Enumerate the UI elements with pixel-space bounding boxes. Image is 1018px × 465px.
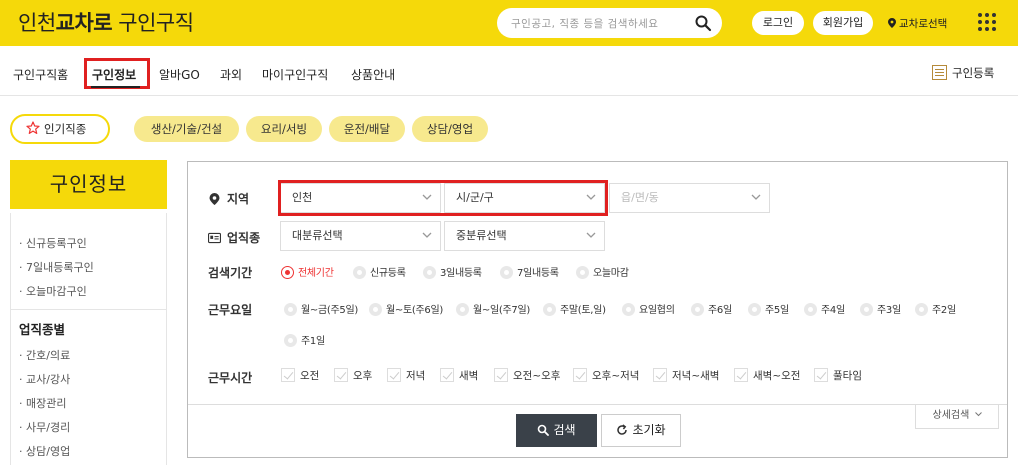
chevron-down-icon: [586, 232, 596, 238]
sidebar-item-today[interactable]: · 오늘마감구인: [19, 283, 87, 299]
location-pin-icon: [209, 193, 220, 205]
main-nav: 구인구직홈 구인정보 알바GO 과외 마이구인구직 상품안내 구인등록: [0, 46, 1018, 96]
worktime-option[interactable]: 오후: [334, 368, 372, 383]
workday-option[interactable]: 주1일: [284, 332, 325, 347]
chip-driving[interactable]: 운전/배달: [329, 116, 405, 142]
detail-search-button[interactable]: 상세검색: [915, 405, 999, 429]
sidebar-category-heading: 업직종별: [19, 322, 66, 337]
site-logo[interactable]: 인천교차로 구인구직: [18, 7, 194, 37]
workday-option[interactable]: 주말(토,일): [543, 301, 606, 316]
worktime-option[interactable]: 오후~저녁: [573, 368, 639, 383]
nav-home[interactable]: 구인구직홈: [13, 66, 68, 83]
workday-option[interactable]: 월~토(주6일): [369, 301, 443, 316]
sidebar: · 신규등록구인 · 7일내등록구인 · 오늘마감구인 업직종별 · 간호/의료…: [10, 213, 167, 465]
header: 인천교차로 구인구직 구인공고, 직종 등을 검색하세요 로그인 회원가입 교차…: [0, 0, 1018, 46]
sidebar-item-sales[interactable]: · 상담/영업: [19, 443, 70, 459]
worktime-option[interactable]: 오전~오후: [494, 368, 560, 383]
nav-alba-go[interactable]: 알바GO: [159, 66, 200, 83]
worktime-label: 근무시간: [208, 371, 253, 385]
menu-grid-icon[interactable]: [978, 13, 996, 31]
logo-suffix: 구인구직: [118, 11, 194, 35]
worktime-option[interactable]: 저녁~새벽: [653, 368, 719, 383]
worktime-option[interactable]: 풀타임: [814, 368, 862, 383]
workdays-label: 근무요일: [208, 303, 253, 317]
worktime-option[interactable]: 새벽~오전: [734, 368, 800, 383]
worktime-option[interactable]: 오전: [281, 368, 319, 383]
chevron-down-icon: [422, 232, 432, 238]
job-register-button[interactable]: 구인등록: [932, 65, 994, 81]
chevron-down-icon: [974, 412, 982, 417]
workday-option[interactable]: 주6일: [691, 301, 732, 316]
workday-option[interactable]: 월~일(주7일): [456, 301, 530, 316]
job-minor-select[interactable]: 중분류선택: [444, 221, 605, 251]
period-option-all[interactable]: 전체기간: [281, 264, 334, 279]
reset-button[interactable]: 초기화: [601, 414, 681, 447]
region-town-select[interactable]: 읍/면/동: [609, 183, 770, 213]
chip-cooking[interactable]: 요리/서빙: [246, 116, 322, 142]
nav-active-underline: [91, 86, 140, 88]
chevron-down-icon: [751, 194, 761, 200]
job-label: 업직종: [208, 229, 260, 246]
location-label: 교차로선택: [899, 18, 948, 30]
worktime-option[interactable]: 새벽: [440, 368, 478, 383]
sidebar-item-teacher[interactable]: · 교사/강사: [19, 371, 70, 387]
workday-option[interactable]: 주5일: [748, 301, 789, 316]
search-placeholder: 구인공고, 직종 등을 검색하세요: [511, 18, 659, 30]
sidebar-item-office[interactable]: · 사무/경리: [19, 419, 70, 435]
chip-production[interactable]: 생산/기술/건설: [134, 116, 239, 142]
job-major-select[interactable]: 대분류선택: [280, 221, 441, 251]
region-label: 지역: [208, 190, 249, 207]
period-option-today[interactable]: 오늘마감: [576, 264, 629, 279]
search-icon[interactable]: [694, 14, 712, 32]
workday-option[interactable]: 주2일: [915, 301, 956, 316]
workday-option[interactable]: 월~금(주5일): [284, 301, 358, 316]
logo-brand: 교차로: [55, 11, 113, 35]
join-button[interactable]: 회원가입: [813, 11, 873, 35]
refresh-icon: [617, 424, 628, 435]
workday-option[interactable]: 주3일: [860, 301, 901, 316]
sidebar-item-7days[interactable]: · 7일내등록구인: [19, 259, 94, 275]
sidebar-item-nursing[interactable]: · 간호/의료: [19, 347, 70, 363]
sidebar-title: 구인정보: [10, 160, 167, 209]
period-option-new[interactable]: 신규등록: [353, 264, 406, 279]
search-input[interactable]: 구인공고, 직종 등을 검색하세요: [497, 8, 722, 38]
nav-my-jobs[interactable]: 마이구인구직: [262, 66, 328, 83]
nav-tutoring[interactable]: 과외: [220, 66, 242, 83]
map-pin-icon: [888, 18, 896, 28]
period-option-7days[interactable]: 7일내등록: [500, 264, 559, 279]
logo-prefix: 인천: [18, 11, 56, 35]
popular-jobs-button[interactable]: 인기직종: [10, 114, 110, 144]
region-highlight-box: [278, 180, 608, 216]
workday-option[interactable]: 요일협의: [622, 301, 675, 316]
panel-divider: [188, 404, 1007, 405]
radio-selected: [281, 266, 294, 279]
register-label: 구인등록: [952, 66, 995, 80]
sidebar-divider: [11, 309, 166, 310]
location-select[interactable]: 교차로선택: [888, 16, 947, 31]
period-label: 검색기간: [208, 266, 253, 280]
nav-products[interactable]: 상품안내: [351, 66, 395, 83]
sidebar-item-store[interactable]: · 매장관리: [19, 395, 66, 411]
worktime-option[interactable]: 저녁: [387, 368, 425, 383]
star-icon: [26, 121, 40, 134]
search-button[interactable]: 검색: [516, 414, 597, 447]
chip-sales[interactable]: 상담/영업: [412, 116, 488, 142]
nav-active-highlight: [84, 58, 150, 89]
workday-option[interactable]: 주4일: [804, 301, 845, 316]
search-icon: [538, 424, 550, 436]
period-option-3days[interactable]: 3일내등록: [423, 264, 482, 279]
popular-label: 인기직종: [44, 122, 87, 136]
id-card-icon: [208, 232, 221, 244]
register-icon: [932, 65, 947, 80]
sidebar-item-new[interactable]: · 신규등록구인: [19, 235, 87, 251]
login-button[interactable]: 로그인: [752, 11, 804, 35]
